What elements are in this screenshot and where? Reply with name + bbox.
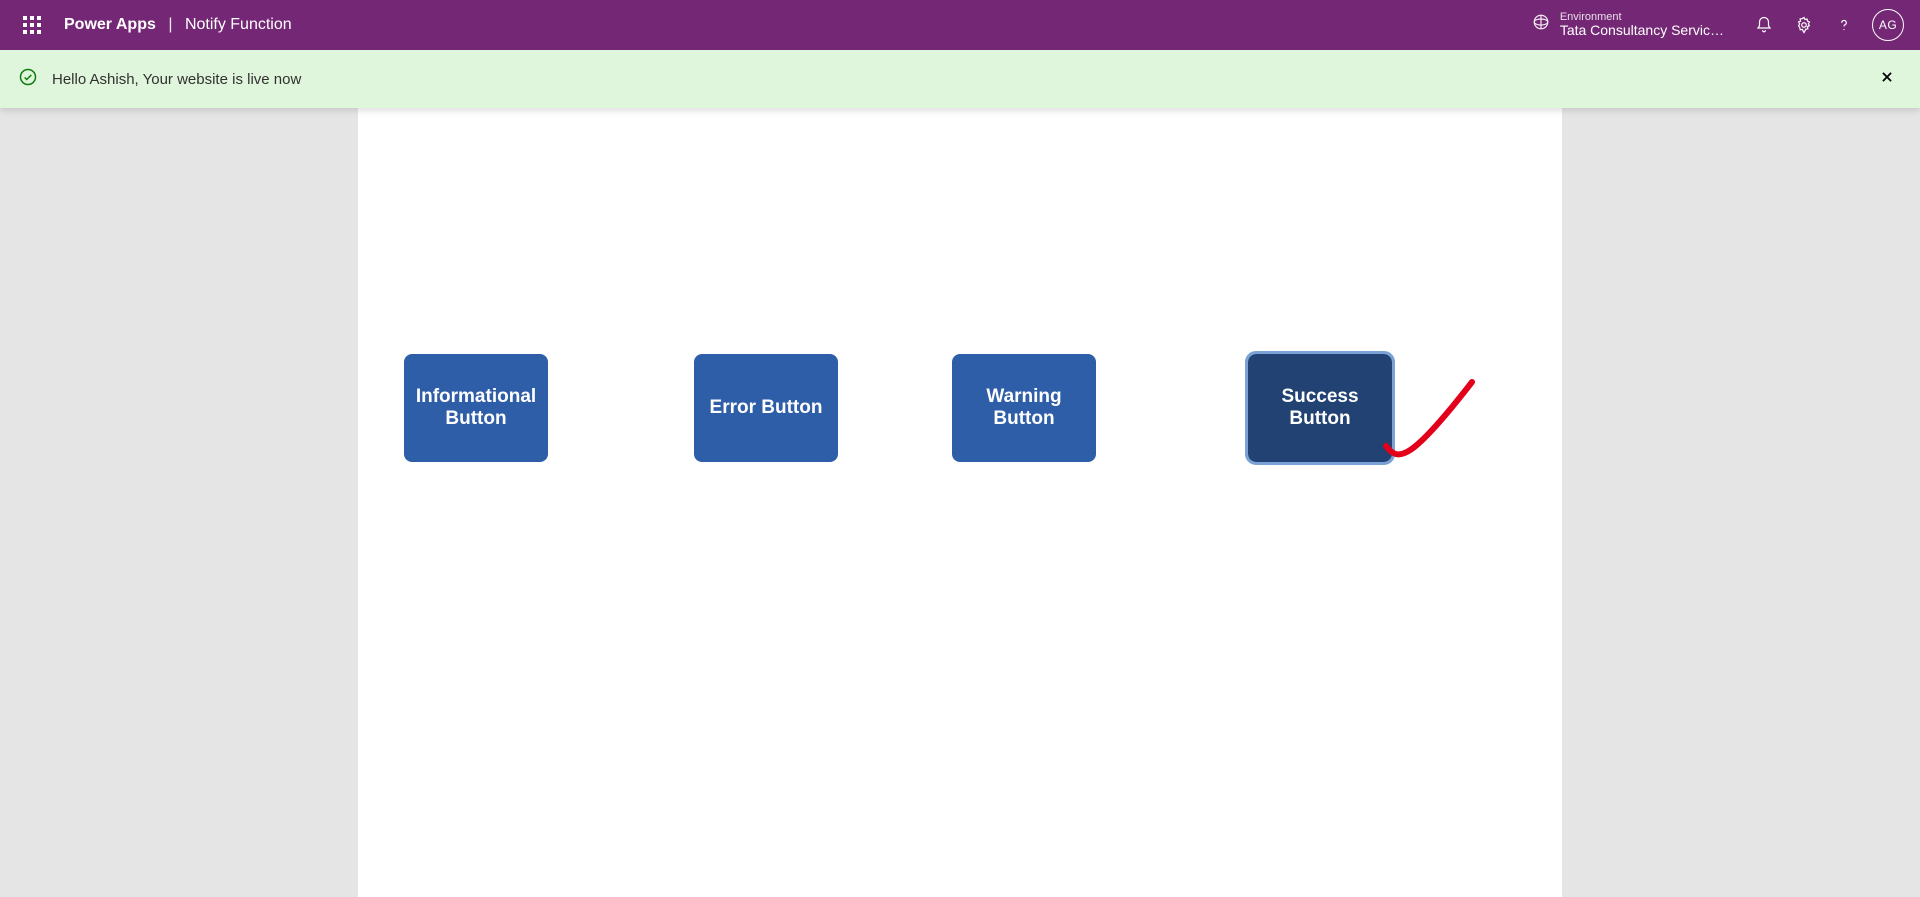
environment-icon <box>1532 13 1550 36</box>
error-button[interactable]: Error Button <box>694 354 838 462</box>
notifications-button[interactable] <box>1744 5 1784 45</box>
title-separator: | <box>168 16 172 33</box>
environment-name: Tata Consultancy Servic… <box>1560 23 1724 38</box>
close-icon <box>1880 70 1894 84</box>
button-label: Success Button <box>1256 386 1384 430</box>
gear-icon <box>1795 16 1813 34</box>
success-button[interactable]: Success Button <box>1248 354 1392 462</box>
notification-close-button[interactable] <box>1872 62 1902 97</box>
bell-icon <box>1755 16 1773 34</box>
app-header: Power Apps | Notify Function Environment… <box>0 0 1920 50</box>
button-label: Warning Button <box>960 386 1088 430</box>
page-name: Notify Function <box>185 16 292 33</box>
app-launcher-button[interactable] <box>16 9 48 41</box>
avatar-initials: AG <box>1879 18 1897 32</box>
product-name: Power Apps <box>64 16 156 33</box>
waffle-icon <box>23 16 41 34</box>
environment-label: Environment <box>1560 11 1724 23</box>
help-icon <box>1835 16 1853 34</box>
warning-button[interactable]: Warning Button <box>952 354 1096 462</box>
stage: Informational Button Error Button Warnin… <box>0 108 1920 897</box>
annotation-mark-2 <box>1380 376 1480 466</box>
button-label: Error Button <box>710 397 823 419</box>
app-canvas: Informational Button Error Button Warnin… <box>358 108 1562 897</box>
app-title: Power Apps | Notify Function <box>64 16 292 34</box>
notification-message: Hello Ashish, Your website is live now <box>52 71 301 88</box>
user-avatar[interactable]: AG <box>1872 9 1904 41</box>
help-button[interactable] <box>1824 5 1864 45</box>
environment-picker[interactable]: Environment Tata Consultancy Servic… <box>1532 11 1724 38</box>
informational-button[interactable]: Informational Button <box>404 354 548 462</box>
notification-bar: Hello Ashish, Your website is live now <box>0 50 1920 108</box>
success-check-icon <box>18 67 38 92</box>
button-label: Informational Button <box>412 386 540 430</box>
settings-button[interactable] <box>1784 5 1824 45</box>
